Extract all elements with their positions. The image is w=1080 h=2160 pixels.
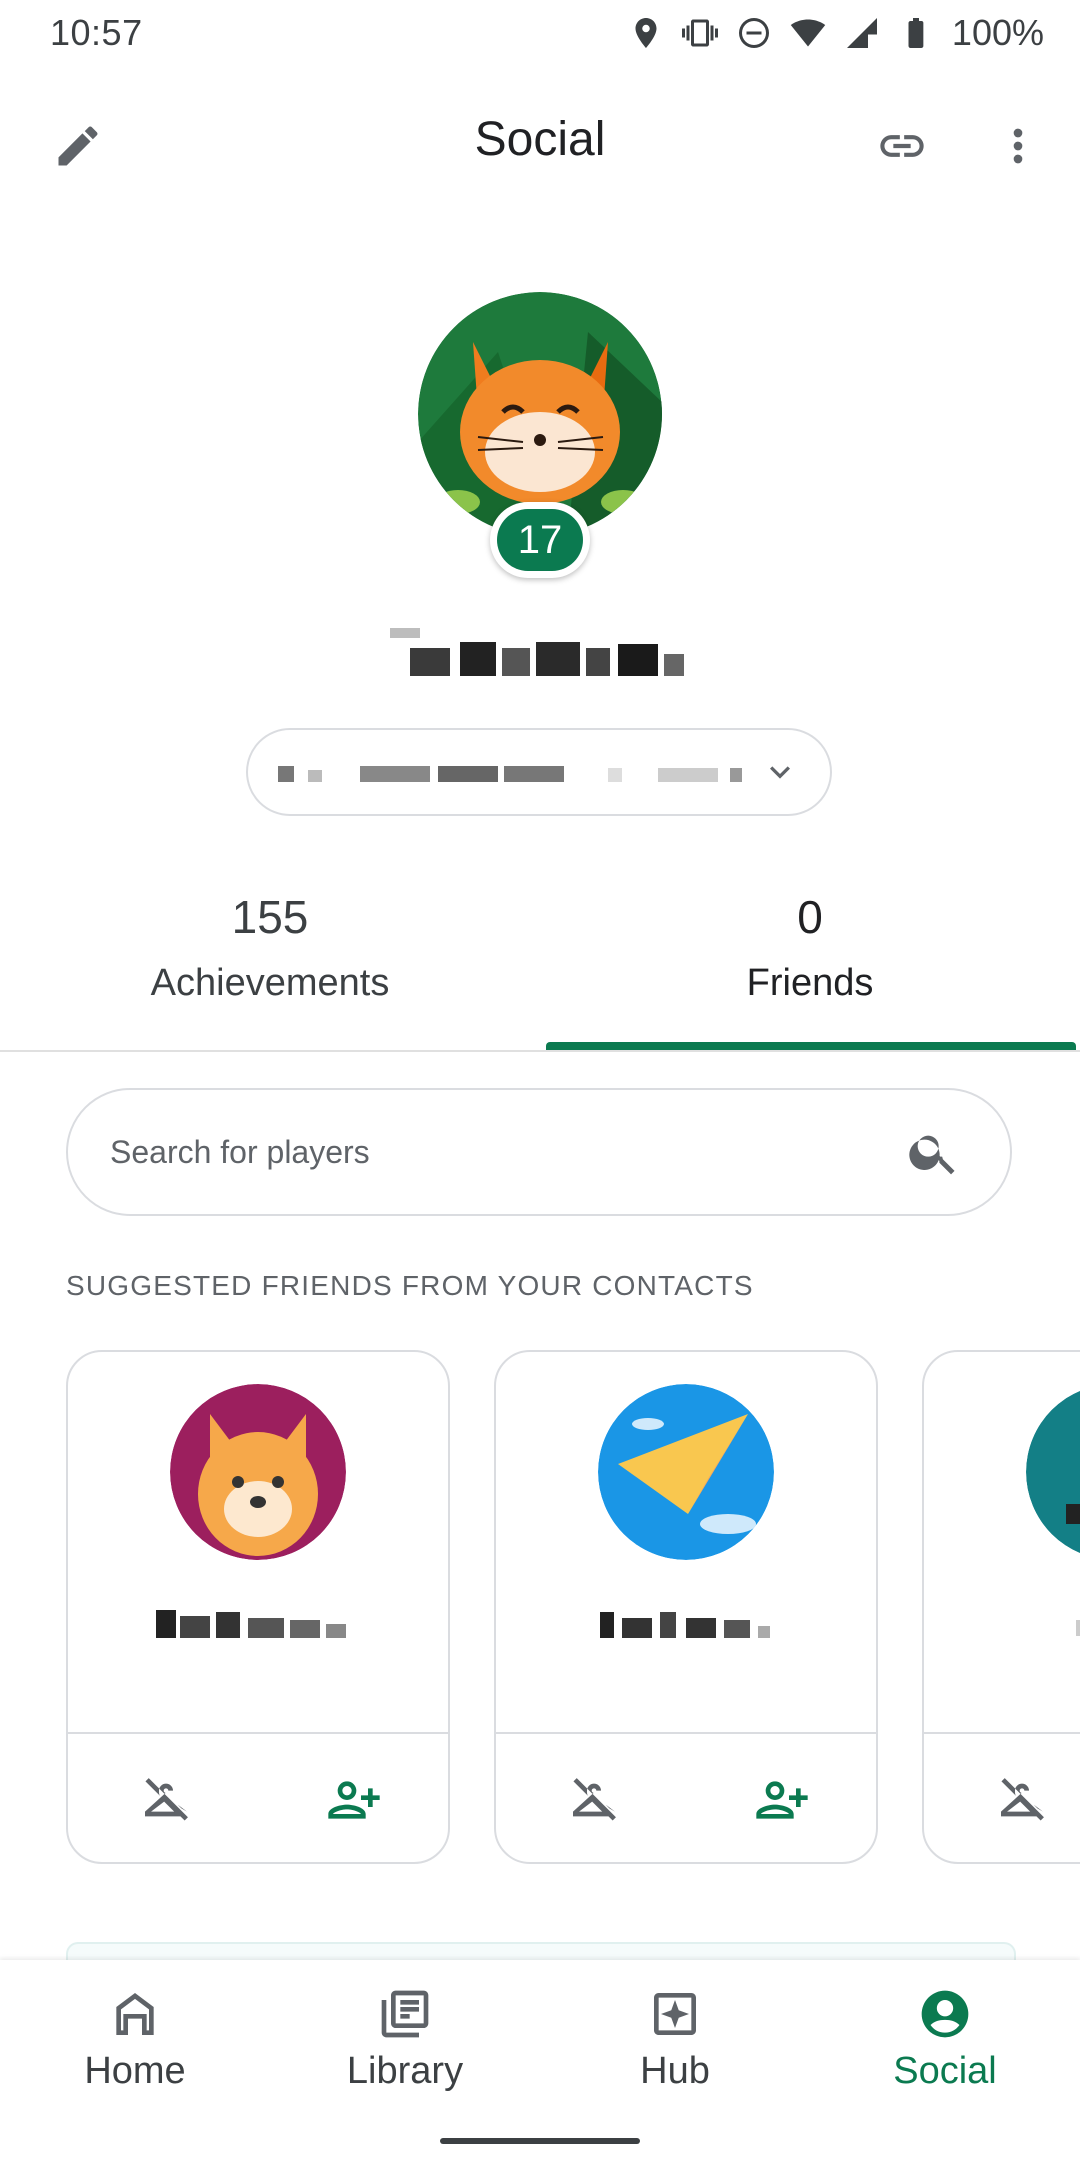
suggested-friend-card[interactable] (66, 1350, 450, 1864)
profile-avatar[interactable] (418, 292, 662, 536)
level-badge: 17 (490, 502, 590, 578)
battery-percent: 100% (951, 12, 1044, 53)
add-friend-icon (756, 1781, 808, 1819)
nav-library-label: Library (346, 2050, 464, 2092)
suggested-friend-name (568, 1604, 808, 1644)
add-friend-button[interactable] (742, 1760, 822, 1840)
account-selector[interactable] (246, 728, 832, 816)
library-icon (381, 1990, 429, 2038)
account-email-redacted (278, 766, 742, 782)
home-indicator[interactable] (440, 2138, 640, 2144)
page-title: Social (474, 113, 606, 166)
card-divider (496, 1732, 876, 1734)
dismiss-suggestion-icon (1001, 1778, 1044, 1821)
nav-hub-label: Hub (640, 2050, 710, 2092)
card-divider (924, 1732, 1080, 1734)
paper-plane-avatar (598, 1384, 774, 1560)
home-icon (116, 1993, 154, 2035)
tab-divider (0, 1050, 1080, 1052)
tab-achievements[interactable]: 155 Achievements (0, 890, 540, 1005)
dog-avatar (170, 1384, 346, 1560)
partial-avatar (1026, 1384, 1080, 1560)
add-friend-button[interactable] (314, 1760, 394, 1840)
location-icon (635, 18, 657, 48)
dismiss-button[interactable] (554, 1760, 634, 1840)
vibrate-icon (681, 19, 718, 47)
achievements-count: 155 (231, 891, 309, 943)
chevron-down-icon (770, 766, 790, 779)
nav-home[interactable]: Home (0, 1960, 270, 2110)
hub-icon (654, 1993, 696, 2035)
nav-social[interactable]: Social (810, 1960, 1080, 2110)
fox-avatar-image (418, 292, 662, 536)
suggested-friend-name (140, 1604, 380, 1644)
suggested-friend-name (996, 1604, 1080, 1644)
do-not-disturb-icon (738, 18, 769, 48)
nav-home-label: Home (84, 2050, 186, 2092)
achievements-label: Achievements (150, 962, 390, 1004)
suggested-heading: SUGGESTED FRIENDS FROM YOUR CONTACTS (66, 1270, 754, 1301)
social-icon (921, 1990, 969, 2038)
card-divider (68, 1732, 448, 1734)
dismiss-suggestion-icon (573, 1778, 616, 1821)
suggested-friend-card[interactable] (494, 1350, 878, 1864)
nav-social-label: Social (893, 2050, 997, 2092)
friends-count: 0 (797, 891, 823, 943)
tab-friends[interactable]: 0 Friends (540, 890, 1080, 1005)
dismiss-button[interactable] (982, 1760, 1062, 1840)
search-placeholder: Search for players (110, 1134, 370, 1170)
wifi-icon (790, 19, 826, 47)
suggested-friend-card-partial[interactable] (922, 1350, 1080, 1864)
status-icons: 100% (628, 12, 1044, 54)
dismiss-button[interactable] (126, 1760, 206, 1840)
dismiss-suggestion-icon (145, 1778, 188, 1821)
add-friend-icon (328, 1781, 380, 1819)
nav-hub[interactable]: Hub (540, 1960, 810, 2110)
battery-icon (908, 18, 924, 48)
bottom-navigation: Home Library Hub Social (0, 1960, 1080, 2160)
active-tab-indicator (546, 1042, 1076, 1050)
player-name (390, 628, 690, 686)
nav-library[interactable]: Library (270, 1960, 540, 2110)
signal-icon (846, 18, 877, 48)
search-icon[interactable] (906, 1124, 962, 1180)
friends-label: Friends (746, 962, 874, 1004)
status-time: 10:57 (50, 12, 143, 53)
level-value: 17 (497, 509, 583, 571)
search-input[interactable]: Search for players (66, 1088, 1012, 1216)
status-bar: 10:57 100% (0, 0, 1080, 72)
